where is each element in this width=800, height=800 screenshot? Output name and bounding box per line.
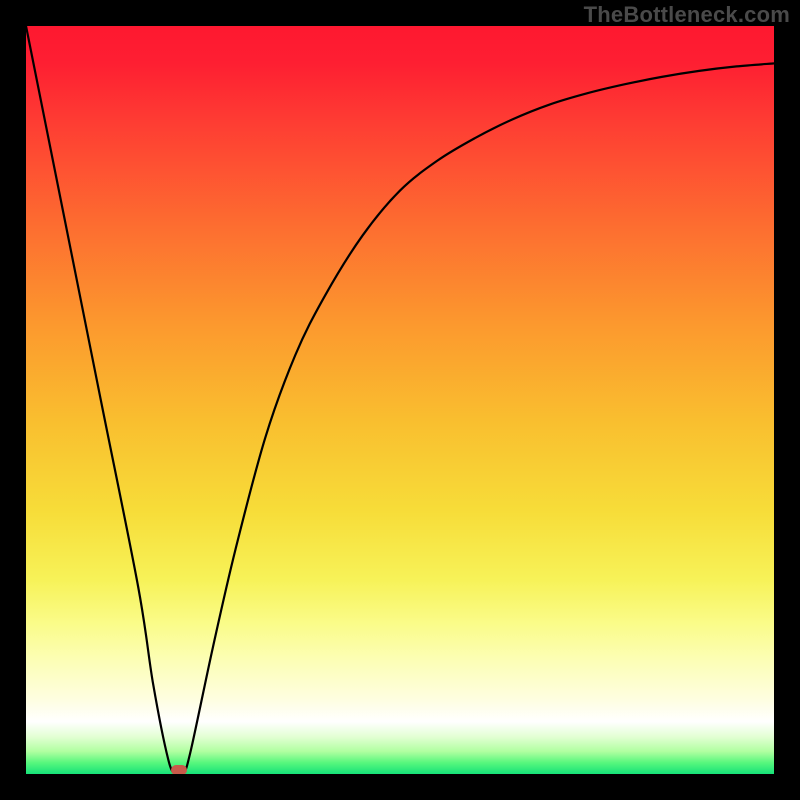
plot-area (26, 26, 774, 774)
optimum-marker (171, 765, 187, 774)
watermark-text: TheBottleneck.com (584, 2, 790, 28)
bottleneck-curve (26, 26, 774, 774)
chart-frame: TheBottleneck.com (0, 0, 800, 800)
